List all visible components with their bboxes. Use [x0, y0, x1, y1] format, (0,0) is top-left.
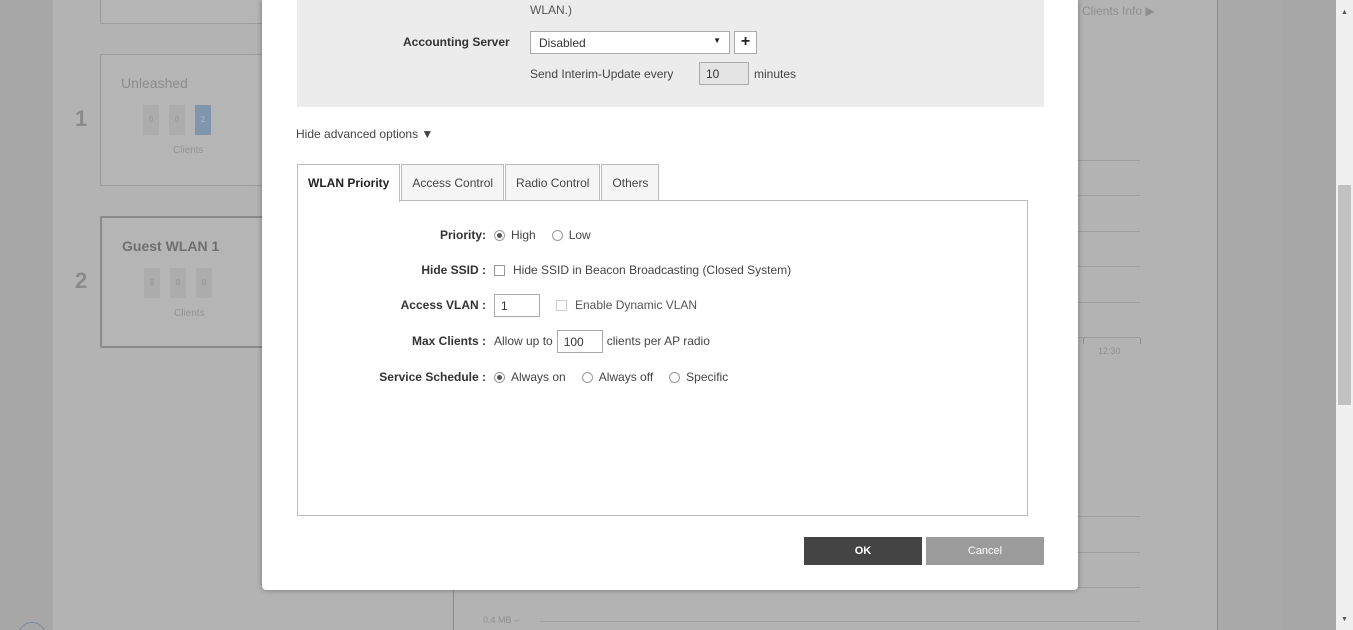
wlan-card: Guest WLAN 1 0 0 0 Clients [100, 216, 280, 348]
priority-label: Priority: [439, 228, 486, 242]
max-clients-label: Max Clients : [411, 334, 486, 348]
tab-radio-control[interactable]: Radio Control [505, 164, 601, 201]
size-axis-label: 0.4 MB – [483, 615, 520, 625]
interim-update-label: Send Interim-Update every [530, 67, 674, 81]
hide-ssid-label: Hide SSID : [421, 263, 486, 277]
access-vlan-label: Access VLAN : [400, 298, 486, 312]
accounting-server-value: Disabled [539, 36, 586, 50]
client-count: 0 [169, 105, 185, 135]
time-axis-label: 12:30 [1098, 346, 1121, 356]
schedule-specific-radio[interactable] [669, 371, 681, 383]
client-counts: 0 0 2 [143, 105, 211, 135]
wlan-card-partial [100, 0, 280, 24]
tab-access-control[interactable]: Access Control [401, 164, 505, 201]
help-circle-icon [18, 622, 46, 630]
client-count: 0 [196, 268, 212, 298]
grid-line [1078, 552, 1140, 553]
advanced-tabs: WLAN Priority Access Control Radio Contr… [297, 164, 660, 202]
wlan-note-text: WLAN.) [530, 3, 572, 17]
tab-others[interactable]: Others [601, 164, 660, 201]
wlan-card-title: Guest WLAN 1 [122, 238, 220, 254]
accounting-server-label: Accounting Server [403, 35, 510, 49]
client-count: 2 [195, 105, 211, 135]
grid-line [1078, 195, 1140, 196]
max-clients-suffix: clients per AP radio [606, 334, 710, 348]
grid-line [1078, 231, 1140, 232]
add-accounting-server-button[interactable]: + [734, 31, 757, 54]
schedule-always-on-label: Always on [511, 370, 566, 384]
page-scrollbar[interactable]: ▲ ▼ [1336, 0, 1353, 630]
hide-advanced-options-link[interactable]: Hide advanced options ▼ [296, 127, 433, 141]
client-count: 0 [143, 105, 159, 135]
accounting-server-select[interactable]: Disabled ▼ [530, 31, 730, 54]
hide-ssid-checkbox[interactable] [494, 264, 505, 276]
hide-ssid-checkbox-text: Hide SSID in Beacon Broadcasting (Closed… [513, 263, 792, 277]
client-count: 0 [170, 268, 186, 298]
wlan-card: Unleashed 0 0 2 Clients [100, 54, 280, 186]
service-schedule-label: Service Schedule : [379, 370, 486, 384]
tab-wlan-priority[interactable]: WLAN Priority [297, 164, 401, 202]
accounting-panel: WLAN.) Accounting Server Disabled ▼ + Se… [297, 0, 1044, 107]
client-count: 0 [144, 268, 160, 298]
ok-button[interactable]: OK [804, 537, 922, 565]
clients-label: Clients [174, 308, 205, 319]
scroll-up-arrow-icon[interactable]: ▲ [1336, 4, 1353, 21]
dynamic-vlan-label: Enable Dynamic VLAN [575, 298, 698, 312]
grid-line [1078, 160, 1140, 161]
priority-low-label: Low [568, 228, 591, 242]
access-vlan-input[interactable]: 1 [494, 293, 540, 317]
interim-update-unit: minutes [754, 67, 797, 81]
scroll-down-arrow-icon[interactable]: ▼ [1336, 611, 1353, 628]
clients-label: Clients [173, 145, 204, 156]
grid-line [540, 621, 1140, 622]
grid-line [1078, 587, 1140, 588]
wlan-edit-dialog: WLAN.) Accounting Server Disabled ▼ + Se… [262, 0, 1078, 590]
grid-line [1078, 516, 1140, 517]
cancel-button[interactable]: Cancel [926, 537, 1044, 565]
grid-line [1078, 337, 1140, 338]
wlan-card-title: Unleashed [121, 75, 188, 91]
client-counts: 0 0 0 [144, 268, 212, 298]
grid-line [1078, 266, 1140, 267]
dynamic-vlan-checkbox[interactable] [556, 299, 567, 311]
plus-icon: + [740, 33, 751, 50]
axis-tick [1140, 338, 1141, 344]
priority-low-radio[interactable] [551, 229, 563, 241]
schedule-always-off-radio[interactable] [581, 371, 593, 383]
max-clients-input[interactable]: 100 [556, 329, 603, 353]
priority-high-radio[interactable] [494, 229, 505, 241]
clients-info-link: Clients Info ▶ [1082, 4, 1155, 18]
right-column [1218, 0, 1283, 630]
priority-high-label: High [511, 228, 536, 242]
axis-tick [1083, 338, 1084, 344]
schedule-specific-label: Specific [686, 370, 729, 384]
wlan-index: 2 [75, 268, 88, 293]
interim-update-input[interactable]: 10 [699, 62, 749, 85]
schedule-always-on-radio[interactable] [494, 371, 505, 383]
max-clients-prefix: Allow up to [494, 334, 553, 348]
grid-line [1078, 302, 1140, 303]
schedule-always-off-label: Always off [598, 370, 654, 384]
dropdown-arrow-icon: ▼ [713, 36, 721, 45]
scrollbar-thumb[interactable] [1338, 185, 1351, 405]
wlan-priority-panel: Priority: High Low Hide SSID : Hide SSID… [297, 200, 1028, 516]
wlan-index: 1 [75, 106, 88, 131]
